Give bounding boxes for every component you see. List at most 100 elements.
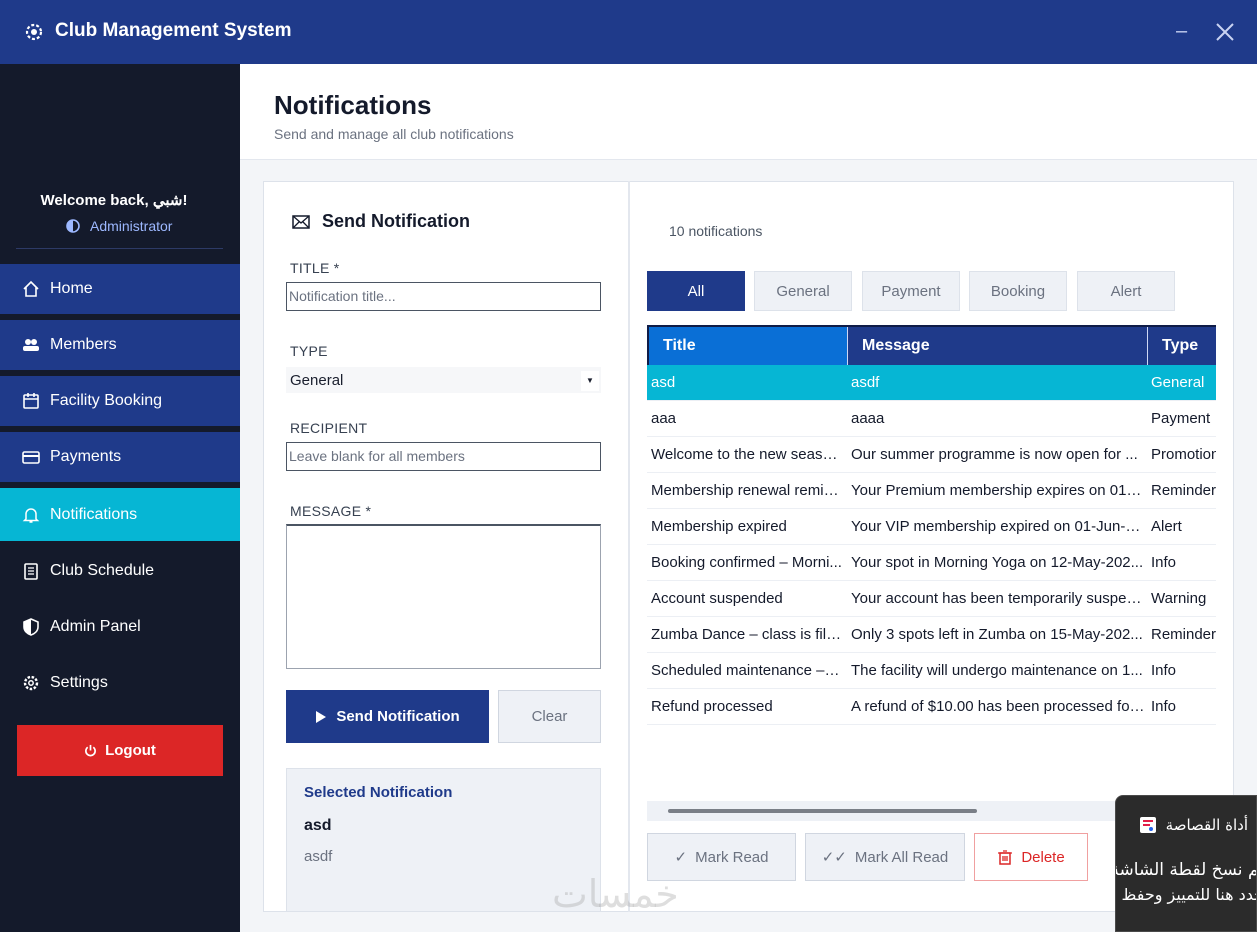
sidebar-divider (16, 248, 223, 249)
close-button[interactable] (1213, 20, 1237, 44)
delete-label: Delete (1021, 848, 1065, 866)
bell-icon (22, 507, 40, 523)
welcome-text: Welcome back, شبي! (40, 192, 188, 209)
table-row[interactable]: aaa aaaa Payment (647, 401, 1216, 437)
filter-payment[interactable]: Payment (862, 271, 960, 311)
sidebar-item-admin-panel[interactable]: Admin Panel (0, 600, 240, 653)
sidebar-item-payments[interactable]: Payments (0, 432, 240, 485)
table-row[interactable]: Membership expired Your VIP membership e… (647, 509, 1216, 545)
double-check-icon: ✓✓ (821, 849, 847, 866)
cell-title: Membership renewal remin... (651, 482, 843, 499)
selected-title: asd (304, 817, 332, 834)
cell-message: Your spot in Morning Yoga on 12-May-202.… (851, 554, 1144, 571)
filter-booking[interactable]: Booking (969, 271, 1067, 311)
column-header-message[interactable]: Message (848, 327, 1148, 365)
delete-button[interactable]: Delete (974, 833, 1088, 881)
filter-general[interactable]: General (754, 271, 852, 311)
logout-label: Logout (105, 742, 156, 759)
message-textarea[interactable] (286, 524, 601, 669)
sidebar-item-members[interactable]: Members (0, 320, 240, 373)
send-label: Send Notification (336, 708, 460, 725)
cell-type: Info (1151, 698, 1177, 715)
sidebar-item-club-schedule[interactable]: Club Schedule (0, 544, 240, 597)
mark-all-read-label: Mark All Read (854, 848, 949, 866)
cell-message: Your account has been temporarily suspen… (851, 590, 1145, 607)
clear-button[interactable]: Clear (498, 690, 601, 743)
cell-type: General (1151, 374, 1205, 391)
minimize-button[interactable]: – (1176, 20, 1187, 43)
message-field-label: MESSAGE * (290, 503, 372, 519)
sidebar-item-settings[interactable]: Settings (0, 656, 240, 709)
home-icon (23, 280, 39, 297)
type-select[interactable]: General ▼ (286, 367, 601, 393)
cell-type: Promotion (1151, 446, 1216, 463)
cell-type: Info (1151, 662, 1177, 679)
mark-all-read-button[interactable]: ✓✓ Mark All Read (805, 833, 965, 881)
cell-title: asd (651, 374, 676, 391)
notifications-table: Title Message Type asd asdf General aaa … (647, 325, 1216, 800)
cell-message: Your VIP membership expired on 01-Jun-2.… (851, 518, 1145, 535)
form-title-label: Send Notification (322, 211, 470, 231)
role-label: Administrator (90, 218, 173, 234)
sidebar-item-label: Notifications (50, 505, 138, 523)
snipping-tool-icon (1139, 817, 1156, 833)
table-row[interactable]: Membership renewal remin... Your Premium… (647, 473, 1216, 509)
sidebar-item-label: Facility Booking (50, 392, 163, 409)
table-row[interactable]: Scheduled maintenance – 1... The facilit… (647, 653, 1216, 689)
credit-card-icon (22, 451, 40, 464)
title-field-label: TITLE * (290, 260, 340, 276)
column-header-type[interactable]: Type (1148, 327, 1216, 365)
cell-title: Membership expired (651, 518, 787, 535)
logout-button[interactable]: Logout (17, 725, 223, 776)
cell-message: A refund of $10.00 has been processed fo… (851, 698, 1145, 715)
table-row[interactable]: Welcome to the new season! Our summer pr… (647, 437, 1216, 473)
table-row[interactable]: Account suspended Your account has been … (647, 581, 1216, 617)
sidebar-item-label: Admin Panel (50, 617, 141, 635)
sidebar-item-label: Members (50, 336, 117, 353)
chevron-down-icon[interactable]: ▼ (581, 371, 599, 391)
sidebar-item-label: Settings (50, 673, 108, 691)
column-header-title[interactable]: Title (649, 327, 848, 365)
cell-message: asdf (851, 374, 880, 391)
recipient-field-label: RECIPIENT (290, 420, 368, 436)
check-icon: ✓ (674, 849, 688, 866)
calendar-icon (23, 393, 39, 409)
title-bar: Club Management System – (0, 0, 1257, 64)
toast-line-2: حدد هنا للتمييز وحفظ لقطات الشاشة. (1116, 885, 1256, 904)
sidebar-item-notifications[interactable]: Notifications (0, 488, 240, 541)
send-notification-button[interactable]: Send Notification (286, 690, 489, 743)
selected-heading: Selected Notification (304, 784, 453, 801)
type-select-value: General (290, 372, 344, 389)
form-title: Send Notification (292, 211, 470, 232)
sidebar-item-label: Home (50, 280, 93, 297)
cell-type: Reminder (1151, 482, 1216, 499)
notification-count: 10 notifications (669, 223, 763, 239)
cell-title: Account suspended (651, 590, 783, 607)
cell-message: The facility will undergo maintenance on… (851, 662, 1143, 679)
table-row[interactable]: asd asdf General (647, 365, 1216, 401)
shield-icon (23, 617, 39, 636)
filter-alert[interactable]: Alert (1077, 271, 1175, 311)
toast-title-label: أداة القصاصة (1165, 816, 1248, 834)
cell-title: Scheduled maintenance – 1... (651, 662, 843, 679)
cell-message: Our summer programme is now open for ... (851, 446, 1138, 463)
page-header: Notifications Send and manage all club n… (240, 64, 1257, 160)
cell-type: Payment (1151, 410, 1211, 427)
sidebar-item-label: Payments (50, 448, 122, 465)
play-icon (316, 710, 327, 723)
envelope-icon (292, 214, 310, 229)
table-row[interactable]: Zumba Dance – class is filli... Only 3 s… (647, 617, 1216, 653)
toast-line-1: تم نسخ لقطة الشاشة إلى الحافظة. (1115, 860, 1256, 880)
title-input[interactable]: Notification title... (286, 282, 601, 311)
cell-title: Welcome to the new season! (651, 446, 843, 463)
filter-all[interactable]: All (647, 271, 745, 311)
recipient-input[interactable]: Leave blank for all members (286, 442, 601, 471)
table-row[interactable]: Booking confirmed – Morni... Your spot i… (647, 545, 1216, 581)
table-row[interactable]: Refund processed A refund of $10.00 has … (647, 689, 1216, 725)
cell-title: Refund processed (651, 698, 773, 715)
scrollbar-thumb[interactable] (668, 809, 977, 813)
cell-title: Booking confirmed – Morni... (651, 554, 842, 571)
sidebar-item-home[interactable]: Home (0, 264, 240, 317)
sidebar-item-facility-booking[interactable]: Facility Booking (0, 376, 240, 429)
snip-toast[interactable]: أداة القصاصة تم نسخ لقطة الشاشة إلى الحا… (1115, 795, 1257, 932)
